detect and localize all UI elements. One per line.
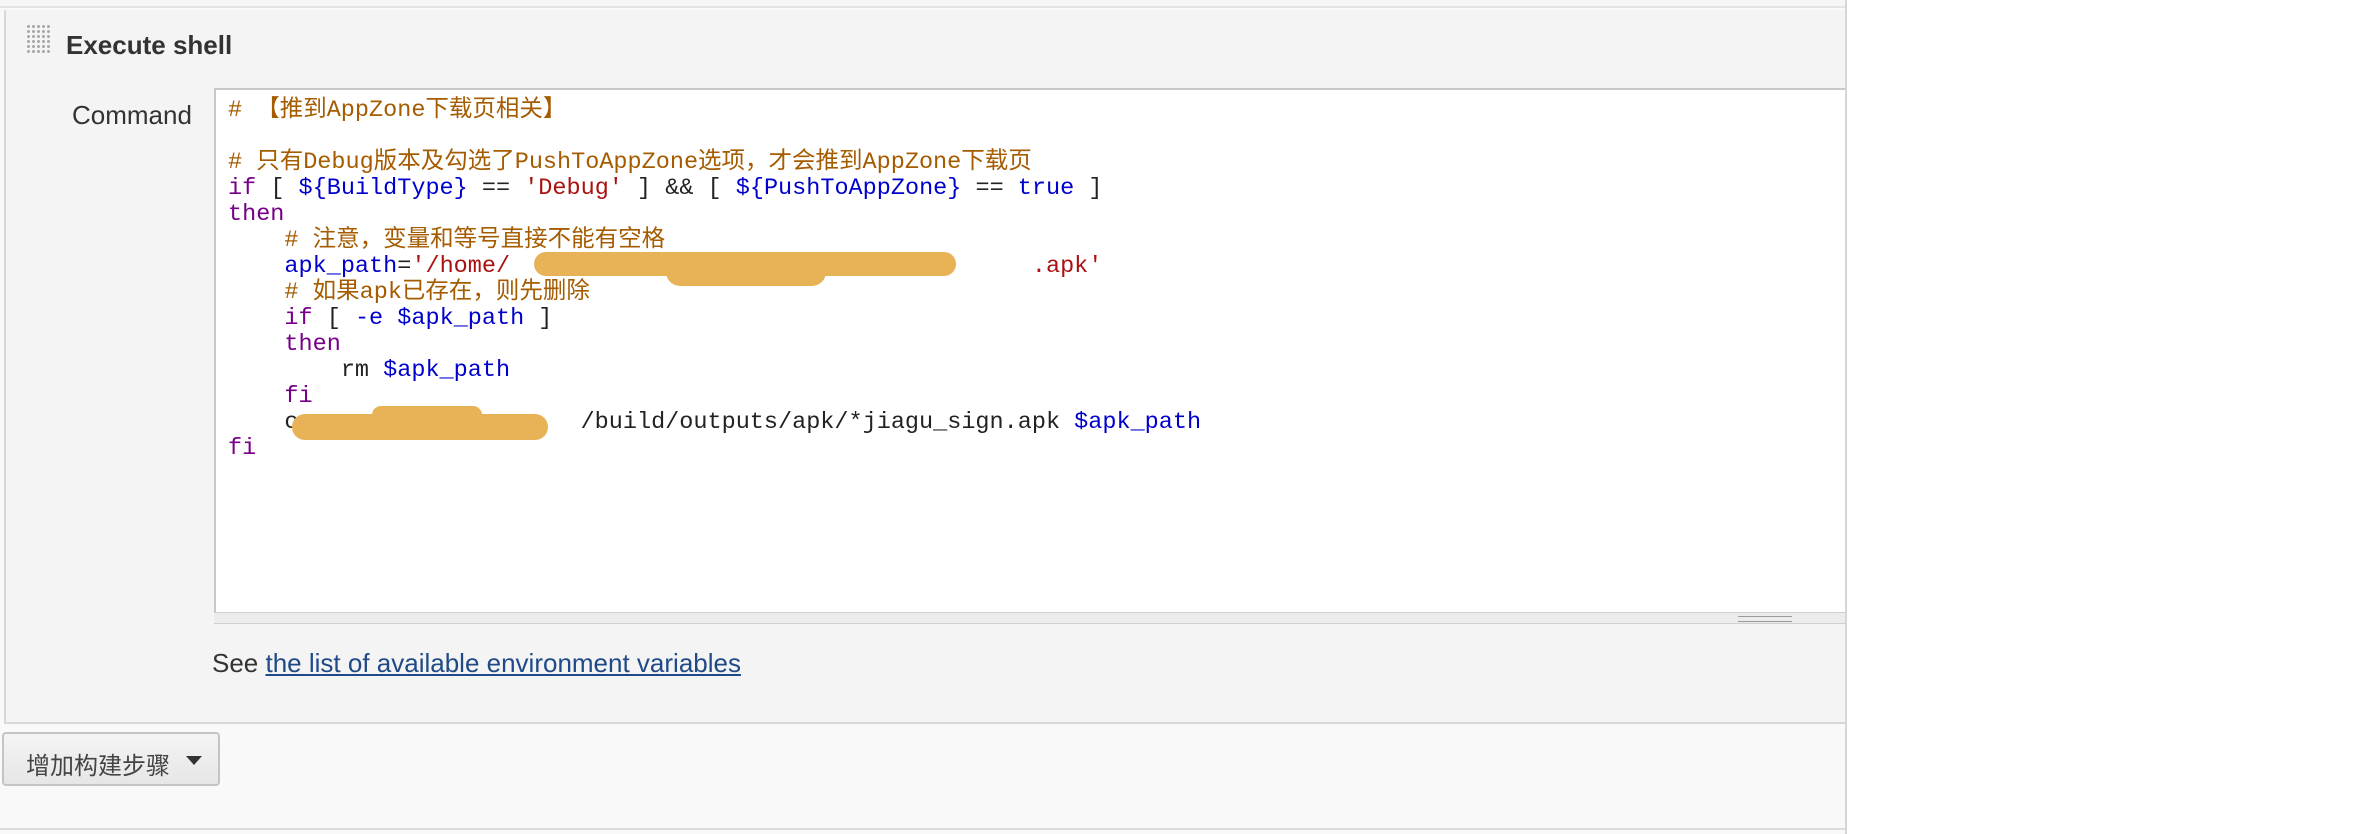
code-token: $apk_path [397,305,525,332]
code-token: [ [256,175,299,202]
resize-grip-icon[interactable] [1738,616,1792,622]
code-token: then [228,201,285,228]
code-token: ] [524,305,553,332]
redacted-path-1b [666,256,826,286]
command-label: Command [72,100,192,130]
code-token: if [228,175,257,202]
code-token: -e [354,305,384,332]
code-token: ] [1074,175,1103,202]
code-token: ${PushToAppZone} [735,175,962,202]
jenkins-build-step-page: Execute shell Command # 【推到AppZone下载页相关】… [0,0,2362,834]
code-token: == [467,175,525,202]
redacted-path-2b [372,406,482,424]
code-token: /build/outputs/apk/*jiagu_sign.apk [580,409,1075,436]
code-line: then [228,202,1201,228]
code-token: apk_path [284,253,398,280]
help-prefix: See [212,648,259,678]
code-token: == [961,175,1018,202]
env-vars-link[interactable]: the list of available environment variab… [266,648,741,678]
top-divider [0,0,1845,8]
code-token: rm [228,357,384,384]
code-token: ] && [ [622,175,736,202]
code-line: if [ -e $apk_path ] [228,306,1201,332]
code-line: if [ ${BuildType} == 'Debug' ] && [ ${Pu… [228,176,1201,202]
code-token: '/home/ [411,253,511,280]
code-token: # 如果apk已存在，则先删除 [284,279,590,306]
code-token: [ [312,305,355,332]
code-token: fi [284,383,313,410]
code-token: $apk_path [1074,409,1202,436]
code-line: # 【推到AppZone下载页相关】 [228,98,1201,124]
code-token: # 只有Debug版本及勾选了PushToAppZone选项，才会推到AppZo… [228,149,1032,176]
code-token: = [397,253,412,280]
code-token: 'Debug' [524,175,623,202]
code-line: fi [228,384,1201,410]
code-line: # 注意，变量和等号直接不能有空格 [228,228,1201,254]
code-token: $apk_path [383,357,511,384]
code-token: if [284,305,313,332]
chevron-down-icon [186,756,202,765]
step-title: Execute shell [66,30,233,60]
code-token: ${BuildType} [298,175,468,202]
add-build-step-label: 增加构建步骤 [26,753,170,780]
code-token: # 注意，变量和等号直接不能有空格 [284,227,666,254]
code-token: # 【推到AppZone下载页相关】 [228,97,567,124]
add-build-step-button[interactable]: 增加构建步骤 [2,732,220,786]
code-line: then [228,332,1201,358]
drag-handle-icon[interactable] [26,24,52,54]
code-token: true [1017,175,1075,202]
code-token: fi [228,435,257,462]
code-token: .apk' [1031,253,1103,280]
code-line: rm $apk_path [228,358,1201,384]
bottom-divider [0,828,1845,830]
env-vars-help: See the list of available environment va… [212,648,741,679]
right-panel [1845,0,2362,834]
code-line: # 只有Debug版本及勾选了PushToAppZone选项，才会推到AppZo… [228,150,1201,176]
code-token: then [284,331,341,358]
